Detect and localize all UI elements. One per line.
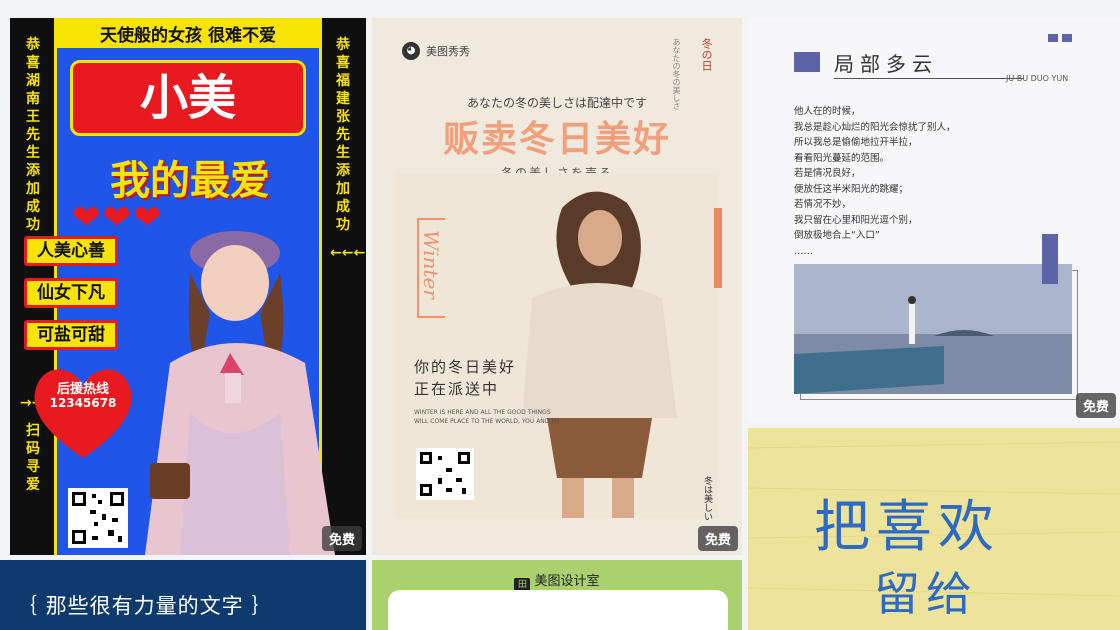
heart-icon [34, 369, 132, 458]
template-card-handwriting[interactable]: 把喜欢 留给 [748, 428, 1120, 630]
template-card-cloudy[interactable]: 局部多云 JU BU DUO YUN 他人在的时候， 我总是趁心灿烂的阳光会惊扰… [748, 18, 1120, 422]
brand-logo: 田美图设计室 [372, 570, 742, 592]
headline: 贩卖冬日美好 [442, 118, 671, 160]
brand-name: 美图设计室 [534, 574, 600, 589]
tag-1: 人美心善 [24, 236, 118, 266]
content-panel [388, 590, 728, 630]
meitu-logo-icon: ◕ [402, 42, 420, 60]
free-badge: 免费 [697, 526, 738, 551]
accent-bar [714, 208, 722, 288]
vertical-text-winter-day: 冬の日 [700, 38, 713, 71]
poem-line-2: 正在派送中 [414, 380, 500, 398]
decor-squares [1048, 34, 1072, 42]
winter-label: Winter [419, 230, 443, 299]
girl-photo [145, 231, 335, 555]
hotline-number: 12345678 [49, 396, 117, 410]
card-title: ｛ 那些很有力量的文字 ｝ [16, 594, 274, 618]
seaside-photo [794, 264, 1072, 394]
title-square [794, 52, 820, 72]
template-card-powerful-words[interactable]: ｛ 那些很有力量的文字 ｝ [0, 560, 366, 630]
hotline-heart: 后援热线 12345678 [28, 358, 138, 468]
brand-logo: ◕ 美图秀秀 [402, 42, 470, 60]
tag-2: 仙女下凡 [24, 278, 118, 308]
card-title: 小美 [70, 60, 306, 136]
poem: 你的冬日美好 正在派送中 [414, 356, 516, 400]
handwriting-line-1: 把喜欢 [814, 495, 1000, 560]
template-card-winter[interactable]: ◕ 美图秀秀 あなたの冬の美しさ 冬の日 あなたの冬の美しさは配達中です 贩卖冬… [372, 18, 742, 555]
hotline-label: 后援热线 [56, 382, 109, 397]
title-pinyin: JU BU DUO YUN [1006, 74, 1069, 83]
card-top-text: 天使般的女孩 很难不爱 [100, 26, 276, 46]
template-card-design-studio[interactable]: 田美图设计室 [372, 560, 742, 630]
template-card-xiaomei[interactable]: 天使般的女孩 很难不爱 恭喜湖南王先生添加成功 →→→→→ 扫码寻爱 恭喜福建张… [10, 18, 366, 555]
poem-line-1: 你的冬日美好 [414, 358, 517, 376]
card-title: 局部多云 [834, 52, 938, 76]
qr-code [68, 488, 128, 548]
free-badge: 免费 [1075, 393, 1116, 418]
paragraph: 他人在的时候， 我总是趁心灿烂的阳光会惊扰了别人， 所以我总是偷偷地拉开半拉， … [794, 106, 956, 257]
small-english-text: WINTER IS HERE AND ALL THE GOOD THINGS W… [414, 409, 561, 425]
title-divider [834, 78, 1024, 79]
woman-photo [522, 191, 677, 518]
free-badge: 免费 [321, 526, 362, 551]
jp-tagline: あなたの冬の美しさは配達中です [466, 96, 647, 110]
vertical-text-bottom: 冬は美しい [702, 476, 712, 521]
accent-bar [1042, 234, 1058, 284]
brand-name: 美图秀秀 [426, 45, 470, 58]
tag-3: 可盐可甜 [24, 320, 118, 350]
handwriting-line-2: 留给 [874, 567, 978, 621]
qr-code [416, 448, 474, 500]
